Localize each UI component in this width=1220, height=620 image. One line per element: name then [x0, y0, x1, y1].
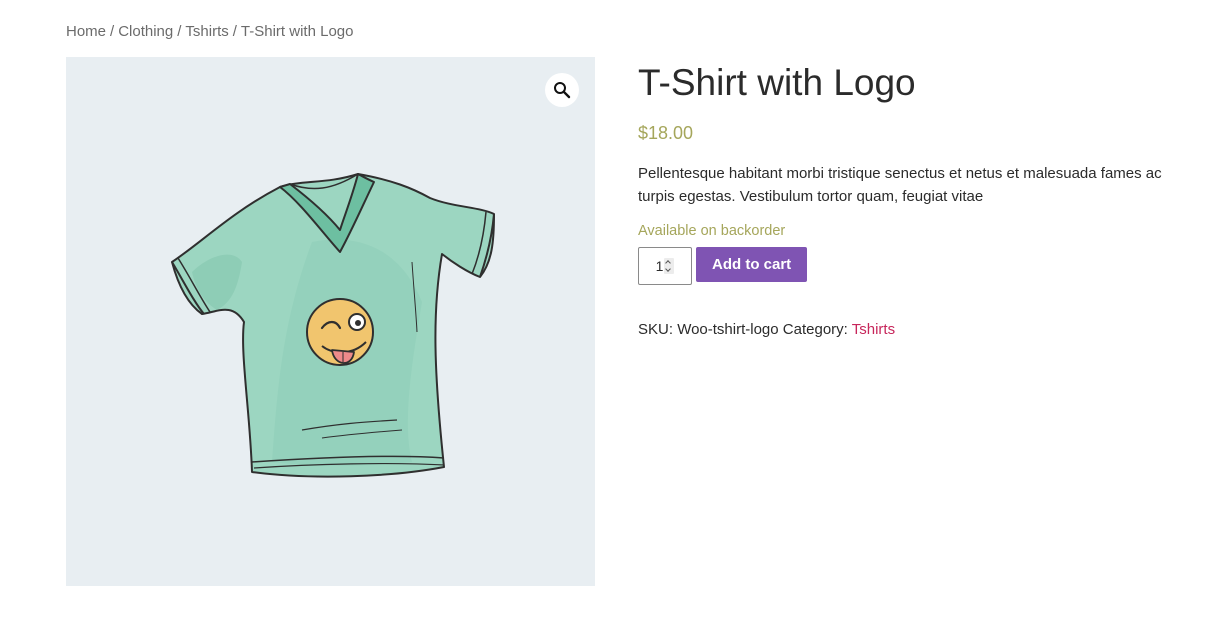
product-image[interactable] [162, 162, 502, 482]
quantity-value: 1 [655, 258, 664, 274]
category-link[interactable]: Tshirts [852, 321, 895, 338]
sku-value: Woo-tshirt-logo [677, 321, 779, 338]
add-to-cart-button[interactable]: Add to cart [696, 247, 808, 282]
breadcrumb-separator: / [232, 23, 237, 40]
product-title: T-Shirt with Logo [638, 62, 916, 103]
product-summary: T-Shirt with Logo $18.00 Pellentesque ha… [638, 58, 1178, 338]
breadcrumb-separator: / [177, 23, 182, 40]
breadcrumb-clothing-link[interactable]: Clothing [118, 23, 173, 40]
category-label: Category: [782, 321, 848, 338]
product-meta: SKU: Woo-tshirt-logo Category: Tshirts [638, 321, 1178, 338]
quantity-spinner-icon[interactable] [664, 258, 675, 274]
emoji-logo [306, 298, 374, 366]
magnifier-icon [554, 82, 571, 99]
quantity-input[interactable]: 1 [638, 247, 692, 285]
zoom-button[interactable] [545, 73, 579, 107]
breadcrumb: Home / Clothing / Tshirts / T-Shirt with Logo [66, 23, 353, 40]
add-to-cart-form: 1 Add to cart [638, 247, 1178, 285]
sku-label: SKU: [638, 321, 674, 338]
breadcrumb-home-link[interactable]: Home [66, 23, 106, 40]
product-gallery[interactable] [66, 57, 595, 586]
stock-status: Available on backorder [638, 223, 786, 239]
breadcrumb-tshirts-link[interactable]: Tshirts [185, 23, 228, 40]
breadcrumb-separator: / [110, 23, 115, 40]
product-short-description: Pellentesque habitant morbi tristique se… [638, 165, 1162, 205]
breadcrumb-current: T-Shirt with Logo [240, 23, 354, 40]
product-price: $18.00 [638, 123, 694, 143]
